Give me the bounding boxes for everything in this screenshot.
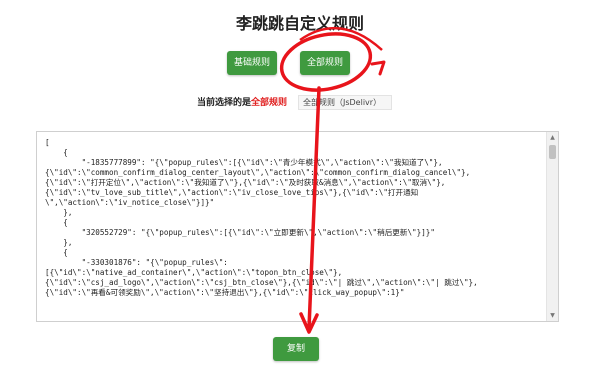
selection-current: 全部规则 (251, 98, 288, 108)
rules-code-text: [ { "-1835777899": "{\"popup_rules\":[{\… (45, 138, 545, 298)
rules-code-textarea[interactable]: [ { "-1835777899": "{\"popup_rules\":[{\… (36, 131, 559, 322)
code-line: {\"id\":\"打开定位\",\"action\":\"我知道了\"},{\… (45, 178, 446, 187)
code-line: [ (45, 138, 50, 147)
selection-prefix: 当前选择的是 (197, 98, 252, 108)
code-line: }, (45, 238, 73, 247)
code-line: { (45, 148, 68, 157)
rule-source-select[interactable]: 全部规则（JsDelivr） (298, 95, 392, 110)
code-line: "320552729": "{\"popup_rules\":[{\"id\":… (45, 228, 435, 237)
current-selection-label: 当前选择的是全部规则 (197, 96, 287, 110)
code-line: {\"id\":\"common_confirm_dialog_center_l… (45, 168, 471, 177)
code-line: {\"id\":\"csj_ad_logo\",\"action\":\"csj… (45, 278, 478, 287)
vertical-scrollbar[interactable]: ▲ ▼ (546, 132, 558, 321)
code-line: "-330301876": "{\"popup_rules\": (45, 258, 228, 267)
code-line: {\"id\":\"再看&可领奖励\",\"action\":\"坚持退出\"}… (45, 288, 405, 297)
code-line: {\"id\":\"tv_love_sub_title\",\"action\"… (45, 188, 419, 197)
all-rules-button[interactable]: 全部规则 (300, 51, 350, 75)
scroll-down-arrow-icon[interactable]: ▼ (547, 310, 558, 321)
copy-button[interactable]: 复制 (273, 337, 319, 361)
code-line: }, (45, 208, 73, 217)
code-line: \",\"action\":\"iv_notice_close\"}]}" (45, 198, 215, 207)
code-line: "-1835777899": "{\"popup_rules\":[{\"id\… (45, 158, 443, 167)
scroll-up-arrow-icon[interactable]: ▲ (547, 132, 558, 143)
code-line: { (45, 218, 68, 227)
code-line: { (45, 248, 68, 257)
code-line: [{\"id\":\"native_ad_container\",\"actio… (45, 268, 343, 277)
annotation-arrow-head-top (370, 60, 386, 76)
basic-rules-button[interactable]: 基础规则 (227, 51, 277, 75)
page-title: 李跳跳自定义规则 (235, 14, 364, 33)
scrollbar-thumb[interactable] (549, 145, 556, 159)
